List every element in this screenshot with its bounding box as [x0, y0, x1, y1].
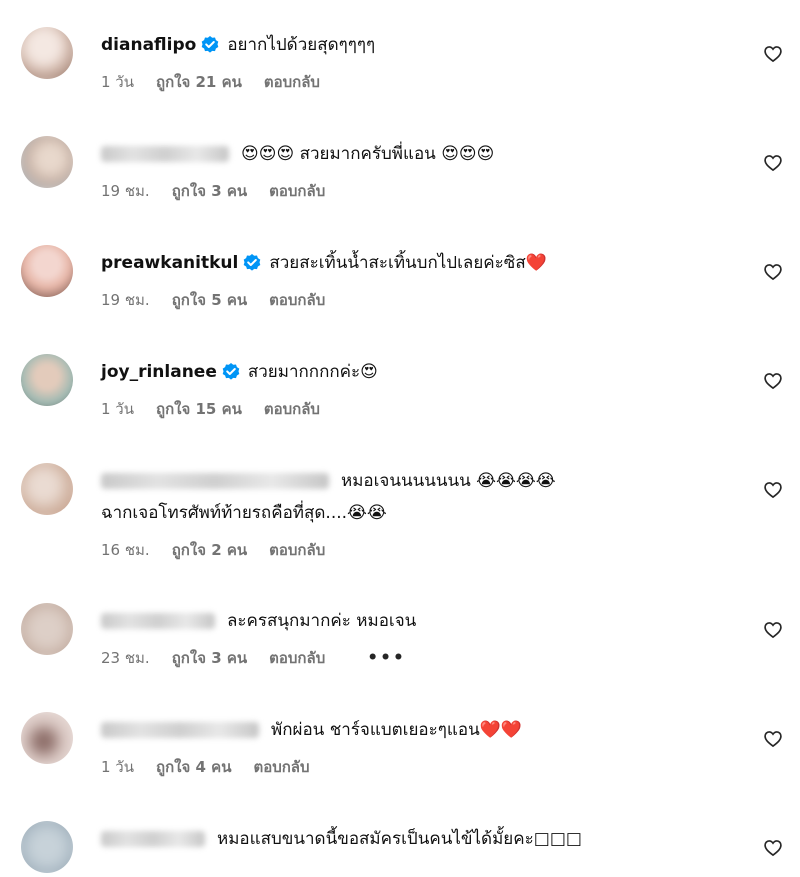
- comment-list: dianaflipo อยากไปด้วยสุดๆๆๆๆ 1 วัน ถูกใจ…: [0, 0, 800, 877]
- heart-outline-icon[interactable]: [763, 371, 783, 391]
- comment-likes[interactable]: ถูกใจ 5 คน: [172, 288, 247, 312]
- reply-button[interactable]: ตอบกลับ: [269, 179, 325, 203]
- comment-text: อยากไปด้วยสุดๆๆๆๆ: [227, 35, 376, 55]
- avatar[interactable]: [21, 712, 73, 764]
- comment-username[interactable]: dianaflipo: [101, 30, 196, 60]
- comment-username[interactable]: joy_rinlanee: [101, 357, 217, 387]
- verified-badge-icon: [222, 363, 240, 380]
- more-options-icon[interactable]: •••: [367, 648, 406, 668]
- comment-time[interactable]: 1 วัน: [101, 70, 134, 94]
- comment-time[interactable]: 19 ชม.: [101, 179, 150, 203]
- reply-button[interactable]: ตอบกลับ: [269, 538, 325, 562]
- avatar[interactable]: [21, 245, 73, 297]
- avatar[interactable]: [21, 603, 73, 655]
- comment-likes[interactable]: ถูกใจ 4 คน: [156, 755, 231, 779]
- comment-time[interactable]: 16 ชม.: [101, 538, 150, 562]
- avatar[interactable]: [21, 136, 73, 188]
- comment-time[interactable]: 19 ชม.: [101, 288, 150, 312]
- comment-username-blurred[interactable]: [101, 146, 229, 162]
- heart-outline-icon[interactable]: [763, 620, 783, 640]
- reply-button[interactable]: ตอบกลับ: [264, 397, 320, 421]
- heart-outline-icon[interactable]: [763, 729, 783, 749]
- heart-outline-icon[interactable]: [763, 44, 783, 64]
- comment-likes[interactable]: ถูกใจ 15 คน: [156, 397, 242, 421]
- heart-outline-icon[interactable]: [763, 838, 783, 858]
- heart-outline-icon[interactable]: [763, 262, 783, 282]
- avatar[interactable]: [21, 354, 73, 406]
- comment-username[interactable]: preawkanitkul: [101, 248, 238, 278]
- comment-likes[interactable]: ถูกใจ 3 คน: [172, 179, 247, 203]
- comment-text: พักผ่อน ชาร์จแบตเยอะๆแอน❤️❤️: [271, 720, 523, 740]
- verified-badge-icon: [202, 36, 219, 53]
- heart-outline-icon[interactable]: [763, 480, 783, 500]
- avatar[interactable]: [21, 463, 73, 515]
- comment-time[interactable]: 23 ชม.: [101, 646, 150, 670]
- comment-username-blurred[interactable]: [101, 722, 259, 738]
- heart-outline-icon[interactable]: [763, 153, 783, 173]
- comment-likes[interactable]: ถูกใจ 3 คน: [172, 646, 247, 670]
- reply-button[interactable]: ตอบกลับ: [269, 646, 325, 670]
- comment-text: สวยมากกกกค่ะ😍: [247, 362, 378, 382]
- comment-time[interactable]: 1 วัน: [101, 397, 134, 421]
- reply-button[interactable]: ตอบกลับ: [253, 755, 309, 779]
- comment-text: ละครสนุกมากค่ะ หมอเจน: [227, 611, 417, 631]
- reply-button[interactable]: ตอบกลับ: [269, 288, 325, 312]
- avatar[interactable]: [21, 27, 73, 79]
- comment-username-blurred[interactable]: [101, 831, 205, 847]
- comment-likes[interactable]: ถูกใจ 21 คน: [156, 70, 242, 94]
- comment-text: 😍😍😍 สวยมากครับพี่แอน 😍😍😍: [241, 144, 495, 164]
- comment-text: หมอแสบขนาดนี้ขอสมัครเป็นคนไข้ได้มั้ยคะ□□…: [217, 829, 582, 849]
- verified-badge-icon: [244, 254, 261, 271]
- comment-username-blurred[interactable]: [101, 473, 329, 489]
- comment-text: สวยสะเทิ้นน้ำสะเทิ้นบกไปเลยค่ะซิส❤️: [269, 253, 547, 273]
- comment-likes[interactable]: ถูกใจ 2 คน: [172, 538, 247, 562]
- comment-time[interactable]: 1 วัน: [101, 755, 134, 779]
- reply-button[interactable]: ตอบกลับ: [264, 70, 320, 94]
- avatar[interactable]: [21, 821, 73, 873]
- comment-text: หมอเจนนนนนนน 😭😭😭😭: [341, 471, 556, 491]
- comment-username-blurred[interactable]: [101, 613, 215, 629]
- comment-text-line2: ฉากเจอโทรศัพท์ท้ายรถคือที่สุด....😭😭: [101, 503, 387, 523]
